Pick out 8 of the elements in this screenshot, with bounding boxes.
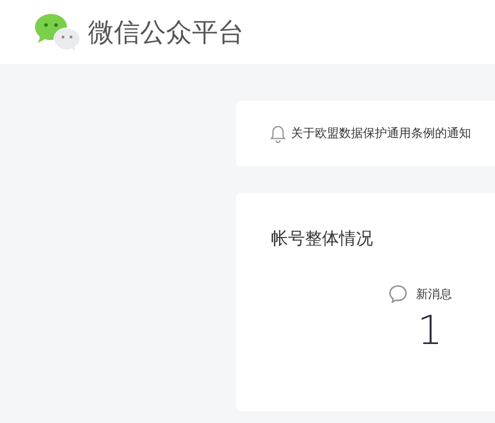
- section-title: 帐号整体情况: [271, 228, 374, 250]
- notice-link[interactable]: 关于欧盟数据保护通用条例的通知: [291, 125, 471, 142]
- bell-icon: [270, 124, 286, 142]
- stat-value: 1: [417, 308, 443, 354]
- stat-label: 新消息: [416, 286, 452, 302]
- platform-title: 微信公众平台: [88, 16, 244, 50]
- logo-icon: [34, 12, 82, 52]
- speech-bubble-icon: [388, 284, 408, 304]
